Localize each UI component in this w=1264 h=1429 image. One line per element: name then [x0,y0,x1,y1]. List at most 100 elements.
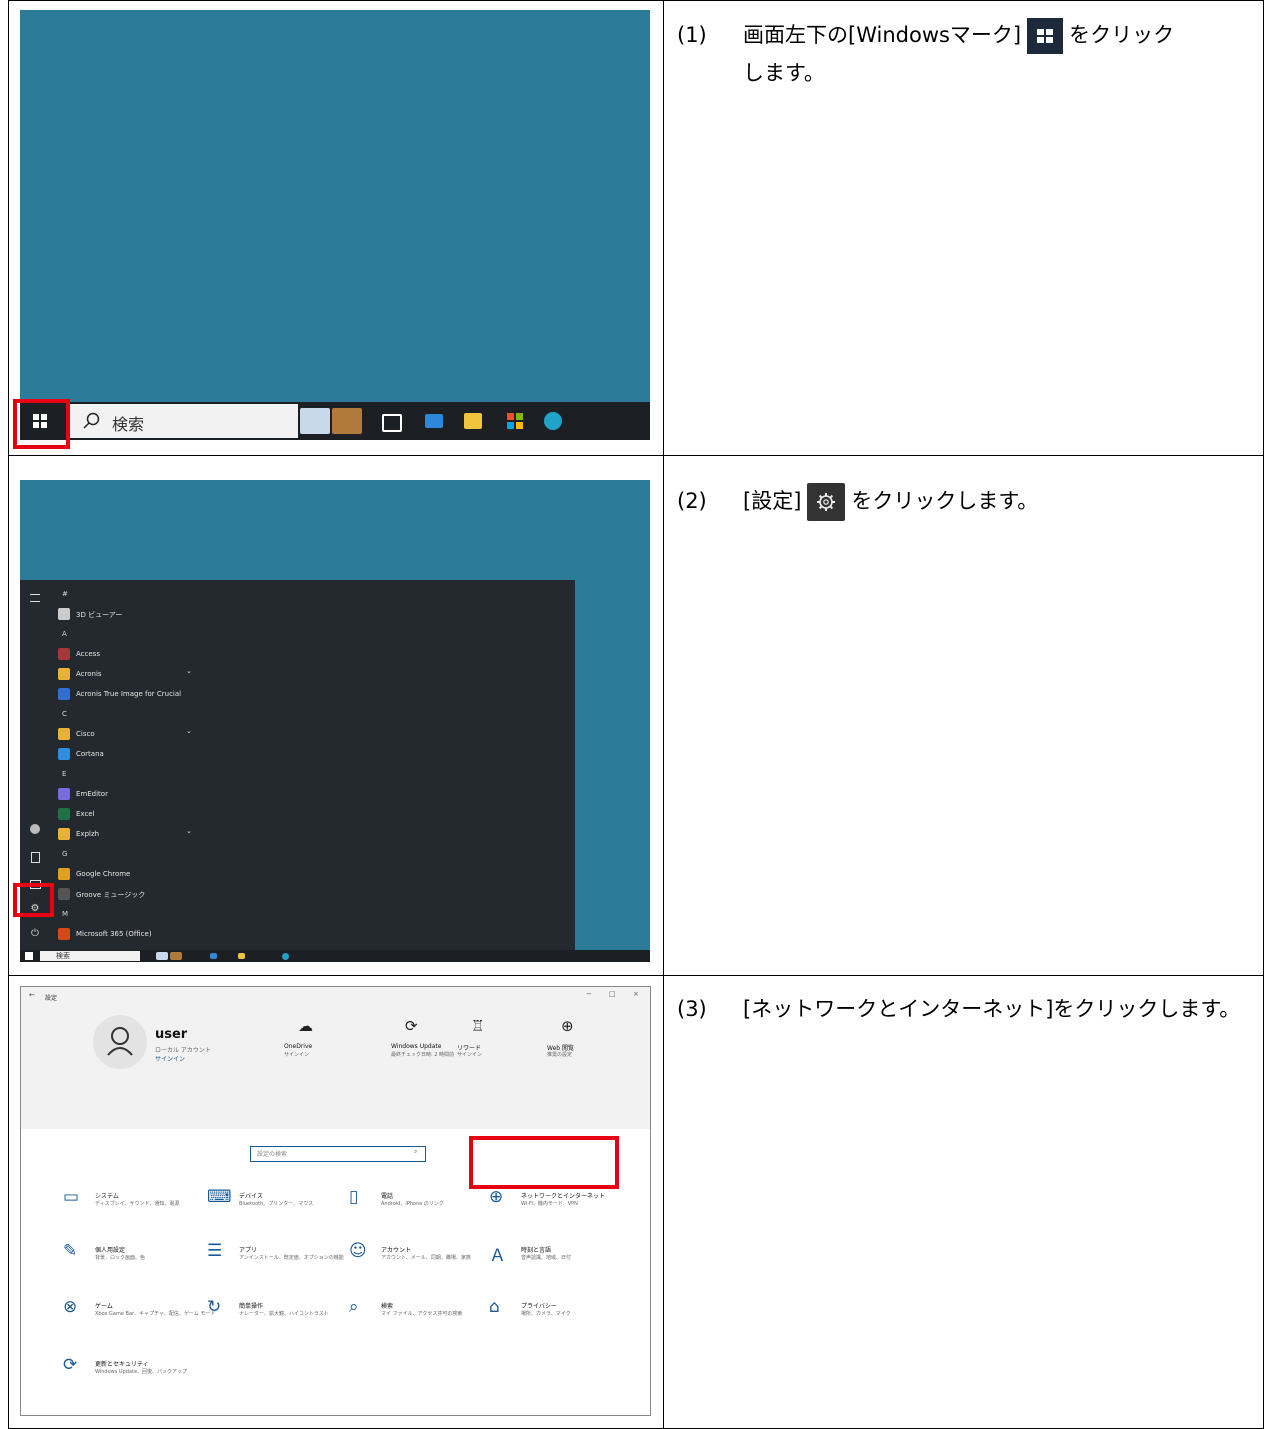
tablet-laptop-icon[interactable] [156,952,168,960]
settings-category-title[interactable]: ゲーム [95,1301,113,1310]
settings-search-box[interactable]: 設定の検索 ⌕ [250,1146,426,1162]
documents-icon[interactable] [31,852,40,863]
settings-category-subtitle: 音声認識、地域、日付 [521,1255,572,1261]
back-arrow-icon[interactable]: ← [29,991,35,999]
minimize-button[interactable]: − [586,990,592,998]
chevron-down-icon[interactable]: ⌄ [186,727,192,735]
step2-start-menu-screenshot: ⚙ ⏻ #3D ビューアー A Access Acronis ⌄ Acronis True… [20,480,650,962]
web-icon[interactable]: ⊕ [561,1017,574,1035]
start-menu-app-item[interactable]: Cisco [76,730,95,738]
settings-category-title[interactable]: デバイス [239,1191,263,1200]
file-explorer-icon[interactable] [464,413,482,429]
edge-icon[interactable] [282,953,289,960]
mail-icon[interactable] [425,414,443,428]
cortana-icon [58,748,70,760]
sign-in-link[interactable]: サインイン [155,1054,185,1063]
step3-settings-screenshot: ← 設定 − □ × user ローカル アカウント サインイン ☁ OneDri… [20,986,651,1416]
file-explorer-icon[interactable] [238,953,245,959]
edge-icon[interactable] [544,412,562,430]
windows-update-icon[interactable]: ⟳ [405,1017,418,1035]
start-menu-app-item[interactable]: Acronis [76,670,102,678]
settings-category-subtitle: Xbox Game Bar、キャプチャ、配信、ゲーム モード [95,1311,216,1317]
windows-logo-icon[interactable] [25,952,33,960]
task-view-icon[interactable] [382,414,402,432]
gaming-icon: ⊗ [63,1297,78,1317]
briefcase-icon[interactable] [170,952,182,960]
settings-category-subtitle: 場所、カメラ、マイク [521,1311,571,1317]
taskbar-search-label: 検索 [112,415,145,434]
system-icon: ▭ [63,1187,80,1207]
start-menu-app-item[interactable]: Access [76,650,100,658]
start-menu-group-letter[interactable]: C [62,710,67,718]
chevron-down-icon[interactable]: ⌄ [186,667,192,675]
settings-category-title[interactable]: 個人用設定 [95,1245,125,1254]
settings-category-title[interactable]: 電話 [381,1191,393,1200]
taskbar-search-label: 検索 [56,952,70,960]
start-menu-app-item[interactable]: Microsoft 365 (Office) [76,930,152,938]
folder-icon [58,668,70,680]
settings-category-title[interactable]: アプリ [239,1245,257,1254]
settings-category-title[interactable]: 時刻と言語 [521,1245,551,1254]
taskbar-search-box[interactable]: 検索 [40,951,140,961]
settings-category-subtitle: Bluetooth、プリンター、マウス [239,1201,314,1207]
settings-category-title[interactable]: 簡単操作 [239,1301,263,1310]
highlight-start-button [13,399,70,449]
start-menu-app-item[interactable]: EmEditor [76,790,108,798]
windows-logo-icon [1027,18,1064,54]
start-menu-app-item[interactable]: Google Chrome [76,870,130,878]
store-icon[interactable] [506,412,524,430]
settings-category-title[interactable]: 検索 [381,1301,393,1310]
rewards-icon[interactable]: ♖ [471,1017,484,1035]
phone-icon: ▯ [349,1187,359,1207]
user-name: user [155,1027,188,1042]
settings-category-subtitle: 背景、ロック画面、色 [95,1255,146,1261]
step2-number: (2) [677,489,707,513]
settings-category-title[interactable]: 更新とセキュリティ [95,1359,149,1368]
folder-icon [58,728,70,740]
onedrive-icon[interactable]: ☁ [298,1017,313,1035]
settings-category-subtitle: ディスプレイ、サウンド、通知、電源 [95,1201,180,1207]
start-menu-app-item[interactable]: Acronis True Image for Crucial [76,690,181,698]
tablet-laptop-icon[interactable] [300,408,330,434]
settings-category-title[interactable]: アカウント [381,1245,411,1254]
settings-category-title[interactable]: プライバシー [521,1301,557,1310]
start-menu-group-letter[interactable]: M [62,910,68,918]
close-button[interactable]: × [633,990,639,998]
cube-icon [58,608,70,620]
taskbar-search-box[interactable]: 検索 [68,404,298,438]
top-tile-subtitle: 推奨の設定 [547,1052,573,1058]
chevron-down-icon[interactable]: ⌄ [186,827,192,835]
chrome-icon [58,868,70,880]
user-avatar-icon[interactable] [30,824,40,834]
settings-category-title[interactable]: システム [95,1191,119,1200]
start-menu-app-item[interactable]: Explzh [76,830,99,838]
start-menu-app-item[interactable]: Excel [76,810,95,818]
step2-text-after: をクリックします。 [851,489,1039,513]
start-menu-group-letter[interactable]: E [62,770,66,778]
hamburger-menu-icon[interactable] [30,594,40,602]
top-tile-title[interactable]: Windows Update [391,1043,441,1050]
folder-icon [58,828,70,840]
top-tile-title[interactable]: OneDrive [284,1043,312,1050]
briefcase-icon[interactable] [332,408,362,434]
mail-icon[interactable] [210,953,217,959]
top-tile-subtitle: 最終チェック日時: 2 時間前 [391,1052,455,1058]
start-menu-app-item[interactable]: Groove ミュージック [76,890,145,900]
highlight-network-internet [469,1136,619,1189]
time-language-icon: Ａ [489,1246,506,1266]
step1-number: (1) [677,23,707,47]
table-border-top [8,0,1264,1]
start-menu-app-item[interactable]: 3D ビューアー [76,610,122,620]
start-menu-app-item[interactable]: Cortana [76,750,104,758]
acronis-icon [58,688,70,700]
search-icon: ⌕ [414,1148,418,1155]
excel-icon [58,808,70,820]
settings-category-title[interactable]: ネットワークとインターネット [521,1191,605,1200]
start-menu-group-letter[interactable]: A [62,630,67,638]
maximize-button[interactable]: □ [609,990,616,998]
ease-of-access-icon: ↻ [207,1297,222,1317]
start-menu-group-letter[interactable]: # [62,590,68,598]
row-divider-2 [8,975,1264,976]
start-menu-group-letter[interactable]: G [62,850,67,858]
power-icon[interactable]: ⏻ [29,928,41,940]
